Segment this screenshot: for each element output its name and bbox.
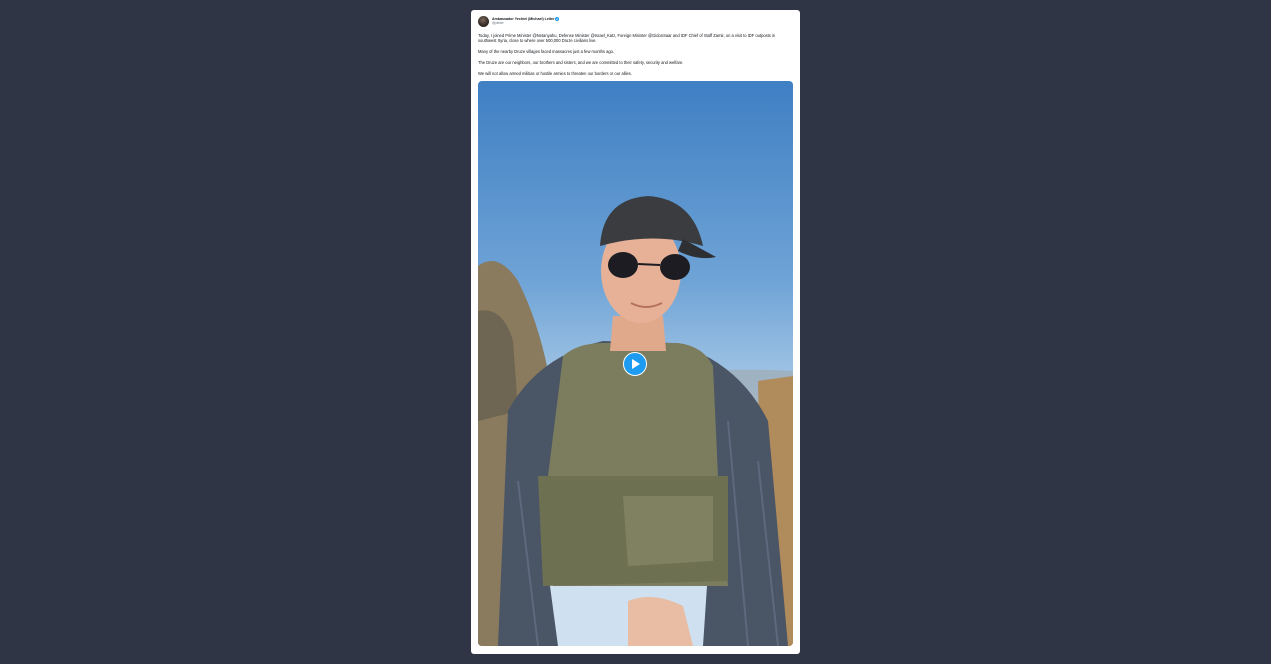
- tweet-paragraph: Today, I joined Prime Minister @Netanyah…: [478, 33, 776, 44]
- tweet-paragraph: We will not allow armed militias or host…: [478, 71, 632, 77]
- play-icon: [632, 359, 640, 369]
- tweet-video[interactable]: [478, 81, 793, 646]
- avatar[interactable]: [478, 16, 489, 27]
- tweet-paragraph: Many of the nearby Druze villages faced …: [478, 49, 615, 55]
- tweet-card: Ambassador Yechiel (Michael) Leiter @yle…: [471, 10, 800, 654]
- author-info: Ambassador Yechiel (Michael) Leiter @yle…: [492, 17, 560, 25]
- tweet-text: Today, I joined Prime Minister @Netanyah…: [478, 33, 794, 82]
- tweet-header: Ambassador Yechiel (Michael) Leiter @yle…: [478, 16, 560, 27]
- play-button[interactable]: [623, 352, 647, 376]
- verified-badge-icon: [555, 17, 560, 22]
- author-handle[interactable]: @yleiter: [492, 22, 559, 25]
- tweet-paragraph: The Druze are our neighbors, our brother…: [478, 60, 684, 66]
